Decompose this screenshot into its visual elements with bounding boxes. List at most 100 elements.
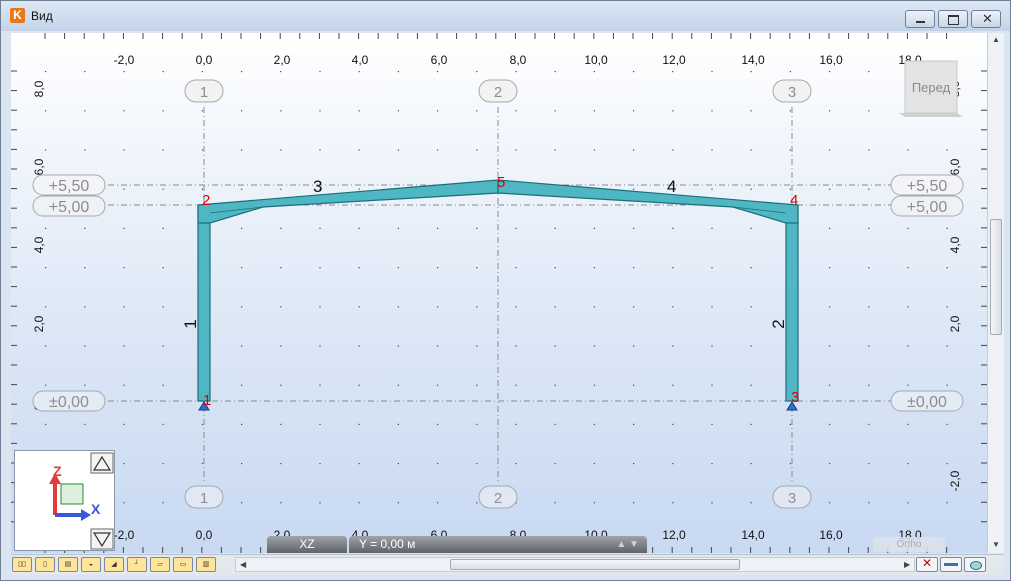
toolbar-button-display-grid[interactable]: ▭ <box>173 557 193 572</box>
toolbar-button-section-view[interactable] <box>940 557 962 572</box>
axis-bubble-2-bottom[interactable]: 2 <box>478 485 518 509</box>
level-bubble-550-right[interactable]: +5,50 <box>890 174 964 196</box>
toolbar-button-hide-selection[interactable]: ✕ <box>916 556 938 572</box>
grid-dot <box>789 188 791 190</box>
toolbar-button-display-sections[interactable]: ◒ <box>81 557 101 572</box>
grid-dot <box>711 306 713 308</box>
grid-axis-lines <box>95 107 893 483</box>
toolbar-button-display-supports[interactable]: ◢ <box>104 557 124 572</box>
grid-dot <box>162 267 164 269</box>
horizontal-scrollbar[interactable]: ◀ ▶ <box>235 557 915 572</box>
grid-dot <box>633 463 635 465</box>
grid-dot <box>672 71 674 73</box>
view-cube[interactable]: Перед <box>899 60 963 117</box>
horizontal-scroll-thumb[interactable] <box>450 559 740 570</box>
grid-dot <box>554 110 556 112</box>
member-rafter-4[interactable] <box>497 179 799 224</box>
toolbar-button-visibility[interactable] <box>964 557 986 572</box>
grid-dot <box>397 267 399 269</box>
grid-dot <box>241 306 243 308</box>
coordinate-indicator[interactable]: Y = 0,00 м ▲ ▼ <box>349 536 647 553</box>
grid-dot <box>437 227 439 229</box>
grid-dot <box>319 423 321 425</box>
scroll-left-icon[interactable]: ◀ <box>240 560 246 569</box>
grid-dot <box>868 188 870 190</box>
member-column-2[interactable] <box>785 204 799 402</box>
grid-dot <box>476 463 478 465</box>
grid-dot <box>201 110 203 112</box>
grid-dot <box>123 71 125 73</box>
level-bubble-500-right[interactable]: +5,00 <box>890 195 964 217</box>
grid-dot <box>241 384 243 386</box>
grid-dot <box>397 423 399 425</box>
level-bubble-000-right[interactable]: ±0,00 <box>890 390 964 412</box>
axis-bubble-2-top[interactable]: 2 <box>478 79 518 103</box>
axis-bubble-1-bottom[interactable]: 1 <box>184 485 224 509</box>
nodes-icon: ▯▯ <box>18 561 26 568</box>
z-tick-label: 4,0 <box>948 236 962 253</box>
minimize-button[interactable] <box>905 10 935 28</box>
scroll-down-icon[interactable]: ▼ <box>992 540 1000 549</box>
grid-dot <box>437 463 439 465</box>
axis-bubble-3-bottom[interactable]: 3 <box>772 485 812 509</box>
grid-dot <box>476 306 478 308</box>
grid-dot <box>750 227 752 229</box>
grid-dot <box>476 227 478 229</box>
x-tick-label: 4,0 <box>352 53 369 67</box>
grid-dot <box>45 384 47 386</box>
grid-dot <box>123 306 125 308</box>
grid-dot <box>907 267 909 269</box>
grid-dot <box>750 423 752 425</box>
z-tick-label: 6,0 <box>948 158 962 175</box>
maximize-button[interactable] <box>938 10 968 28</box>
grid-dot <box>437 71 439 73</box>
axis-bubble-3-top[interactable]: 3 <box>772 79 812 103</box>
level-bubble-500-left[interactable]: +5,00 <box>32 195 106 217</box>
vertical-scroll-thumb[interactable] <box>990 219 1002 335</box>
toolbar-button-display-numbers[interactable]: ▤ <box>58 557 78 572</box>
level-bubble-550-left[interactable]: +5,50 <box>32 174 106 196</box>
grid-dot <box>162 423 164 425</box>
toolbar-button-display-dimensions[interactable]: ▥ <box>196 557 216 572</box>
grid-dot <box>515 306 517 308</box>
toolbar-button-display-members[interactable]: ▯ <box>35 557 55 572</box>
close-icon: ✕ <box>982 11 993 26</box>
grid-dot <box>358 110 360 112</box>
close-button[interactable]: ✕ <box>971 10 1001 28</box>
grid-dot <box>554 345 556 347</box>
grid-dot <box>397 463 399 465</box>
grid-dot <box>554 384 556 386</box>
grid-dot <box>162 463 164 465</box>
orientation-triad[interactable]: Z X <box>14 450 115 551</box>
model-canvas[interactable]: -2,0 0,0 2,0 4,0 6,0 8,0 10,0 12,0 14,0 … <box>11 33 987 553</box>
x-tick-label: -2,0 <box>114 53 135 67</box>
grid-dot <box>280 188 282 190</box>
model-viewport[interactable]: -2,0 0,0 2,0 4,0 6,0 8,0 10,0 12,0 14,0 … <box>11 33 987 553</box>
ortho-indicator[interactable]: Ortho <box>873 537 945 552</box>
toolbar-button-display-plates[interactable]: ▱ <box>150 557 170 572</box>
plane-label: XZ <box>299 537 315 551</box>
member-rafter-3[interactable] <box>197 179 499 224</box>
scroll-up-icon[interactable]: ▲ <box>992 35 1000 44</box>
member-column-1[interactable] <box>197 204 211 402</box>
scroll-right-icon[interactable]: ▶ <box>904 560 910 569</box>
x-tick-label: 16,0 <box>819 53 843 67</box>
grid-dot <box>750 384 752 386</box>
grid-dot <box>84 110 86 112</box>
level-bubble-000-left[interactable]: ±0,00 <box>32 390 106 412</box>
grid-dot <box>711 463 713 465</box>
grid-dot <box>84 267 86 269</box>
vertical-scrollbar[interactable]: ▲ ▼ <box>987 33 1004 553</box>
grid-dot <box>280 71 282 73</box>
svg-text:3: 3 <box>788 84 796 101</box>
axis-bubble-1-top[interactable]: 1 <box>184 79 224 103</box>
x-scale-top: -2,0 0,0 2,0 4,0 6,0 8,0 10,0 12,0 14,0 … <box>114 53 922 67</box>
grid-dot <box>711 227 713 229</box>
plane-indicator[interactable]: XZ <box>267 536 347 553</box>
grid-dot <box>593 306 595 308</box>
grid-dot <box>280 463 282 465</box>
toolbar-button-display-nodes[interactable]: ▯▯ <box>12 557 32 572</box>
grid-dot <box>397 384 399 386</box>
title-bar[interactable]: K Вид ✕ <box>1 1 1010 31</box>
toolbar-button-display-axes[interactable]: ┘ <box>127 557 147 572</box>
